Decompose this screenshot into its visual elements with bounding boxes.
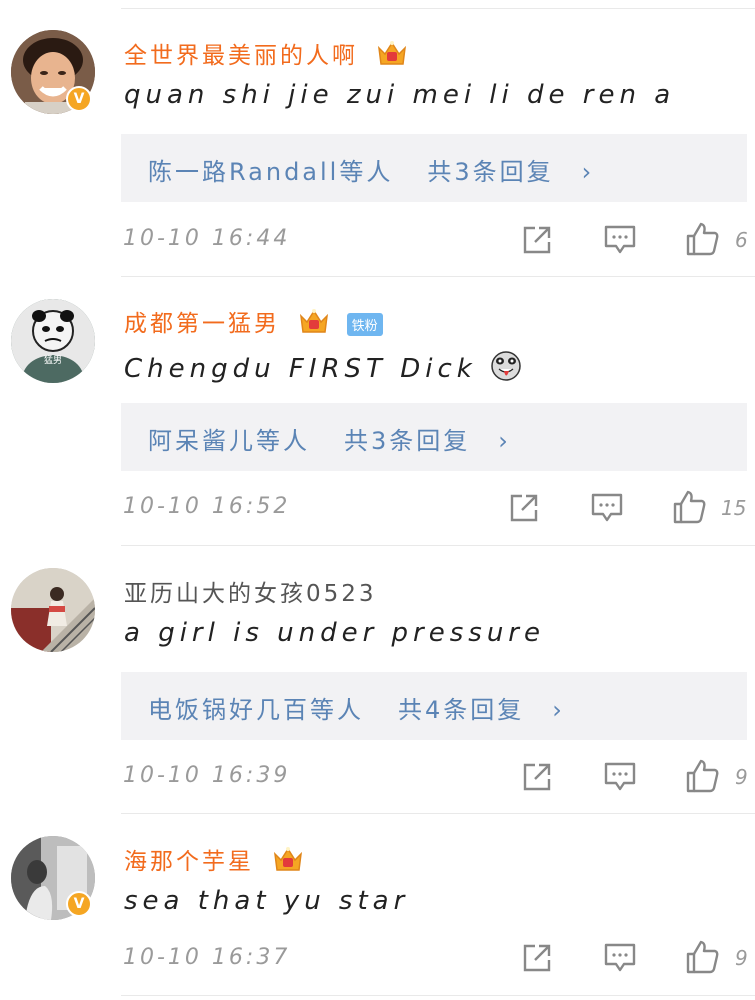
comment-button[interactable]	[590, 492, 624, 528]
fan-badge: 铁粉	[346, 313, 383, 336]
username[interactable]: 亚历山大的女孩0523	[124, 574, 377, 608]
like-icon	[673, 490, 706, 524]
verified-badge: V	[66, 891, 92, 917]
comment-icon	[604, 943, 636, 972]
divider	[121, 8, 755, 9]
verified-badge: V	[66, 86, 92, 112]
username-text: 海那个芋星	[124, 849, 254, 875]
share-icon	[523, 763, 551, 791]
username-text: 全世界最美丽的人啊	[124, 43, 358, 69]
comment-text: Chengdu FIRST Dick	[124, 350, 522, 389]
avatar-caption: 猛男	[44, 356, 63, 366]
username[interactable]: 海那个芋星	[124, 842, 304, 880]
share-button[interactable]	[521, 942, 553, 978]
share-icon	[523, 944, 551, 972]
share-icon	[523, 226, 551, 254]
reply-names: 阿呆酱儿等人	[148, 427, 310, 455]
share-button[interactable]	[521, 761, 553, 797]
crown-icon	[298, 308, 330, 342]
like-button[interactable]	[684, 758, 720, 798]
divider	[121, 813, 755, 814]
crown-icon	[376, 40, 408, 74]
emoji-icon	[490, 350, 522, 389]
username-text: 成都第一猛男	[124, 311, 280, 337]
avatar-image	[11, 568, 95, 652]
crown-icon	[272, 846, 304, 880]
avatar-image	[11, 299, 95, 383]
like-count: 15	[721, 496, 747, 520]
comment-text: a girl is under pressure	[124, 618, 545, 648]
timestamp: 10-10 16:44	[123, 226, 291, 251]
share-button[interactable]	[508, 492, 540, 528]
comment-icon	[604, 225, 636, 254]
timestamp: 10-10 16:52	[123, 494, 291, 519]
like-button[interactable]	[684, 221, 720, 261]
comment-button[interactable]	[603, 761, 637, 797]
comment-text-content: Chengdu FIRST Dick	[124, 354, 477, 384]
like-icon	[686, 940, 719, 974]
comment-text: quan shi jie zui mei li de ren a	[124, 80, 676, 110]
reply-count: 共4条回复	[398, 696, 525, 724]
like-icon	[686, 222, 719, 256]
reply-preview[interactable]: 阿呆酱儿等人 共3条回复 ›	[121, 403, 747, 471]
comment-icon	[604, 762, 636, 791]
username[interactable]: 成都第一猛男 铁粉	[124, 304, 383, 342]
like-button[interactable]	[684, 939, 720, 979]
chevron-right-icon: ›	[581, 158, 595, 186]
reply-preview[interactable]: 电饭锅好几百等人 共4条回复 ›	[121, 672, 747, 740]
like-count: 9	[735, 946, 748, 970]
comment-icon	[591, 493, 623, 522]
avatar[interactable]: 猛男	[11, 299, 95, 383]
avatar[interactable]	[11, 568, 95, 652]
timestamp: 10-10 16:39	[123, 763, 291, 788]
divider	[121, 545, 755, 546]
reply-count: 共3条回复	[427, 158, 554, 186]
divider	[121, 276, 755, 277]
comment-button[interactable]	[603, 942, 637, 978]
comment-text: sea that yu star	[124, 886, 410, 916]
like-button[interactable]	[671, 489, 707, 529]
comment-button[interactable]	[603, 224, 637, 260]
reply-preview[interactable]: 陈一路Randall等人 共3条回复 ›	[121, 134, 747, 202]
like-count: 6	[735, 228, 748, 252]
share-icon	[510, 494, 538, 522]
reply-count: 共3条回复	[344, 427, 471, 455]
reply-names: 电饭锅好几百等人	[148, 696, 364, 724]
chevron-right-icon: ›	[498, 427, 511, 455]
username[interactable]: 全世界最美丽的人啊	[124, 36, 408, 74]
like-icon	[686, 759, 719, 793]
reply-names: 陈一路Randall等人	[148, 158, 394, 186]
divider	[121, 995, 755, 996]
timestamp: 10-10 16:37	[123, 945, 291, 970]
share-button[interactable]	[521, 224, 553, 260]
chevron-right-icon: ›	[552, 696, 565, 724]
like-count: 9	[735, 765, 748, 789]
